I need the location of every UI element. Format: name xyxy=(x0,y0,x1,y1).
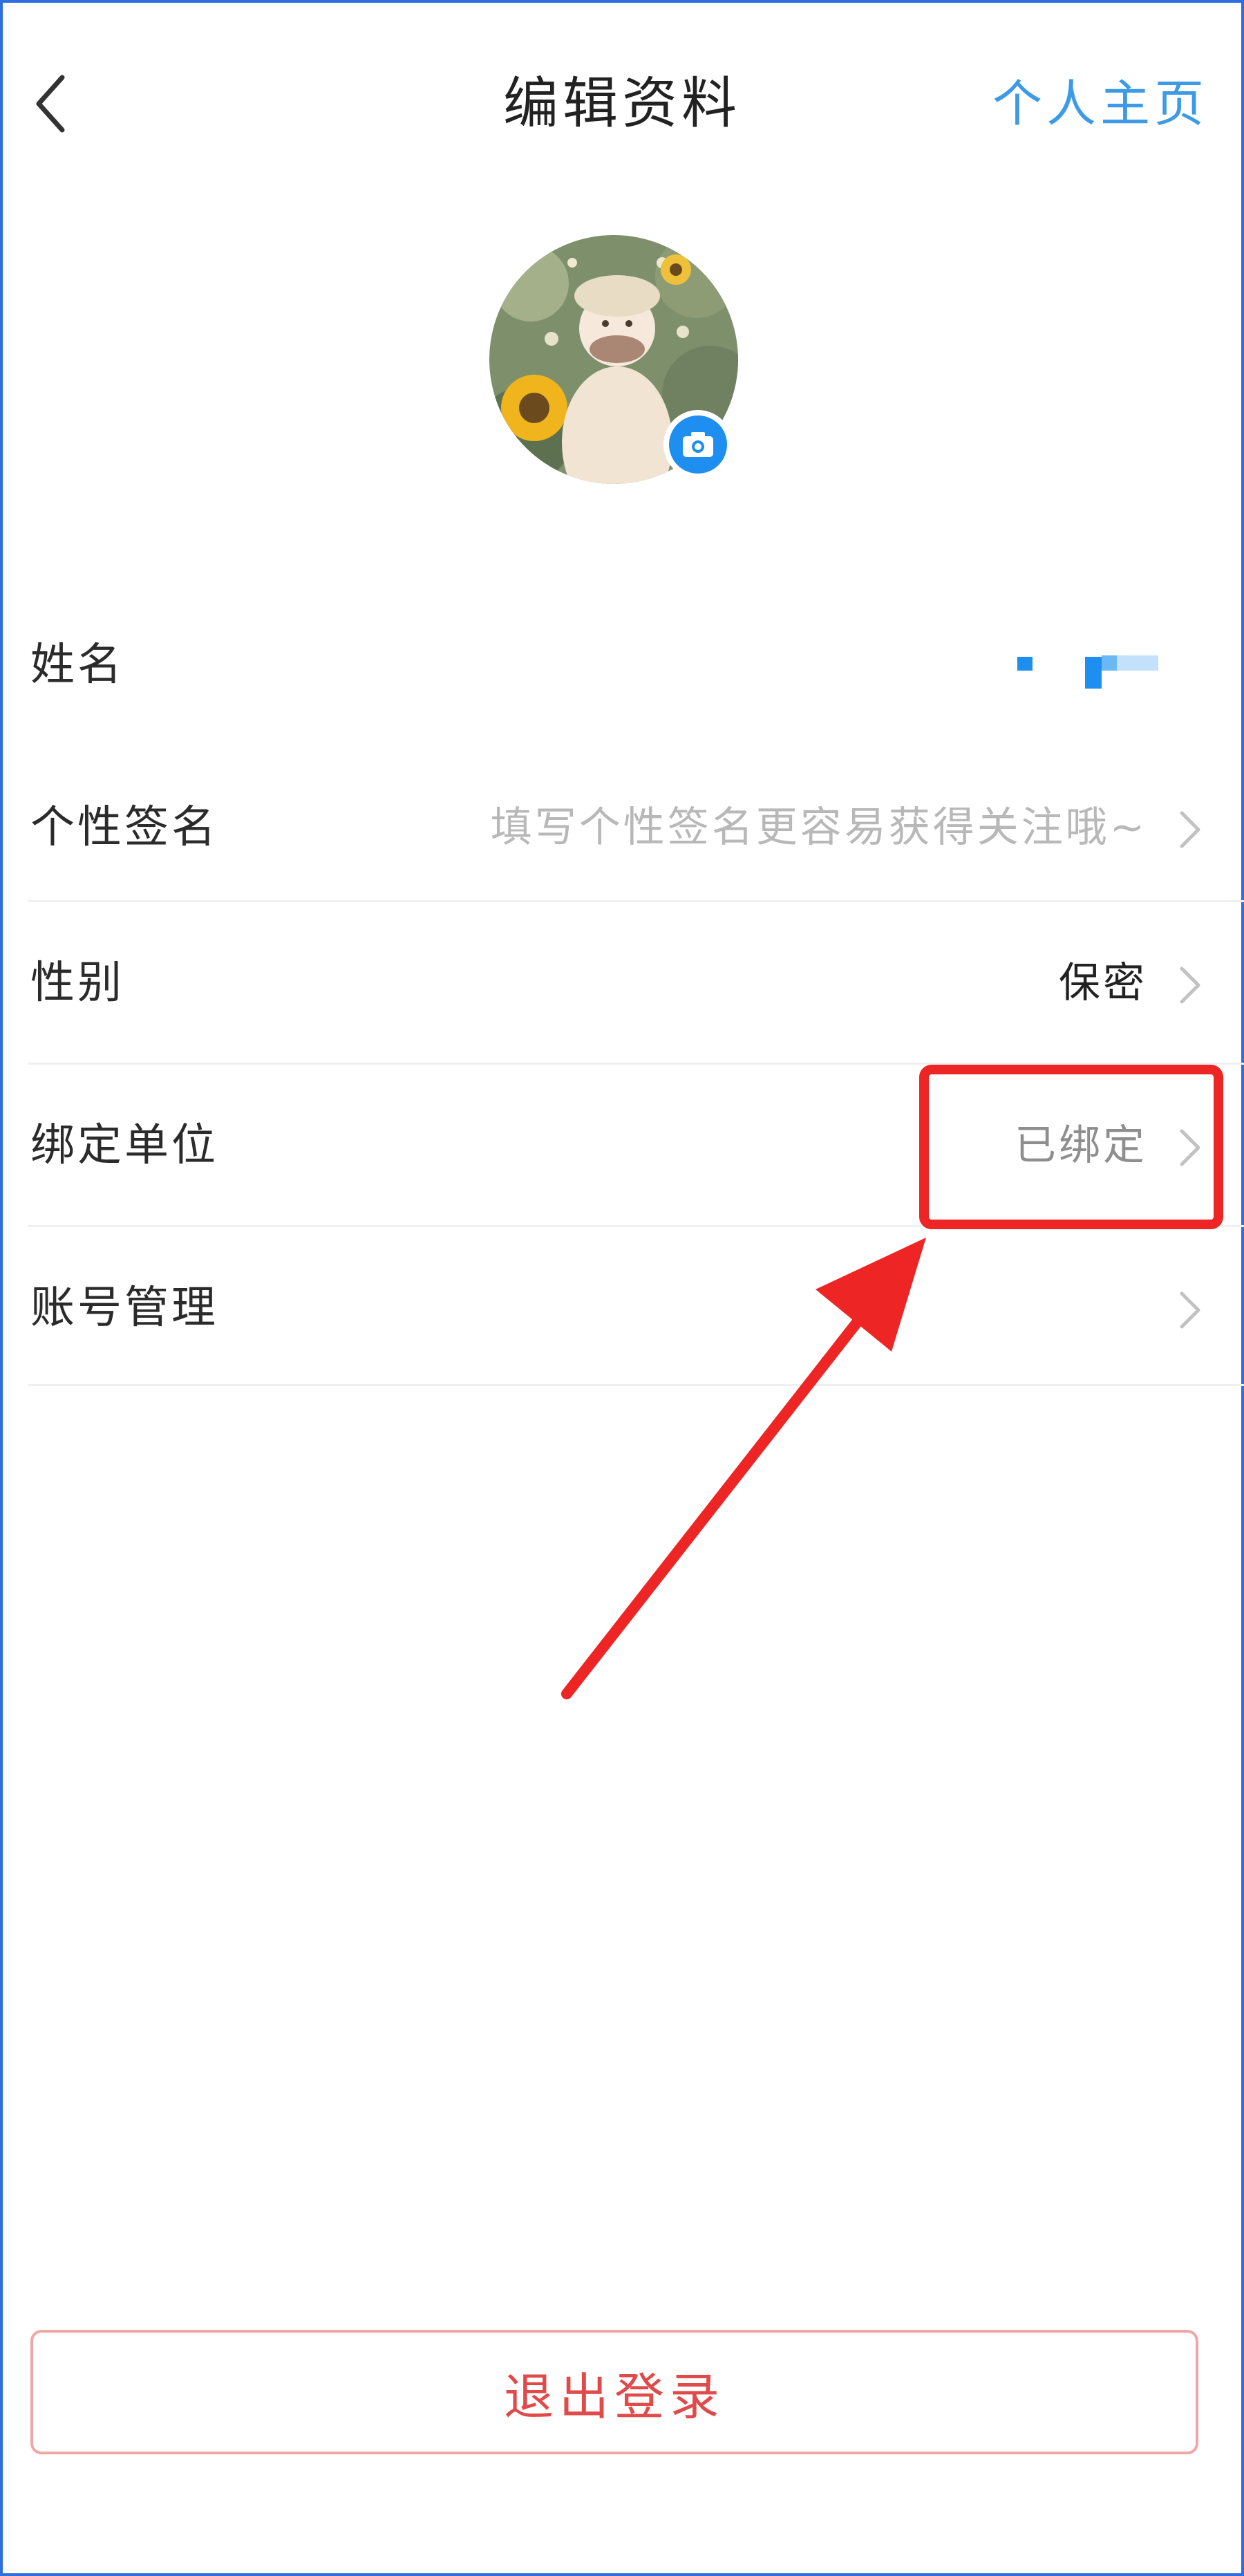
row-account-management[interactable]: 账号管理 xyxy=(0,1227,1244,1390)
name-value-redacted xyxy=(1017,655,1158,689)
back-button[interactable] xyxy=(28,69,83,138)
camera-icon xyxy=(683,432,713,457)
row-signature[interactable]: 个性签名 填写个性签名更容易获得关注哦~ xyxy=(0,747,1244,909)
row-signature-label: 个性签名 xyxy=(30,802,218,853)
annotation-highlight-box xyxy=(919,1065,1223,1229)
row-bind-unit-label: 绑定单位 xyxy=(30,1120,218,1171)
row-name-label: 姓名 xyxy=(30,640,124,691)
back-arrow-icon xyxy=(36,75,65,133)
personal-homepage-link[interactable]: 个人主页 xyxy=(992,66,1208,142)
logout-label: 退出登录 xyxy=(503,2367,725,2426)
chevron-right-icon xyxy=(1180,811,1200,848)
divider xyxy=(28,1384,1244,1386)
chevron-right-icon xyxy=(1180,1291,1200,1329)
row-gender-label: 性别 xyxy=(30,958,124,1009)
page-title: 编辑资料 xyxy=(503,71,741,136)
change-avatar-button[interactable] xyxy=(663,410,733,479)
signature-placeholder: 填写个性签名更容易获得关注哦~ xyxy=(490,803,1147,852)
row-account-management-label: 账号管理 xyxy=(30,1282,218,1334)
chevron-right-icon xyxy=(1180,967,1200,1004)
row-gender[interactable]: 性别 保密 xyxy=(0,902,1244,1065)
logout-button[interactable]: 退出登录 xyxy=(30,2330,1198,2454)
gender-value: 保密 xyxy=(1059,959,1147,1007)
